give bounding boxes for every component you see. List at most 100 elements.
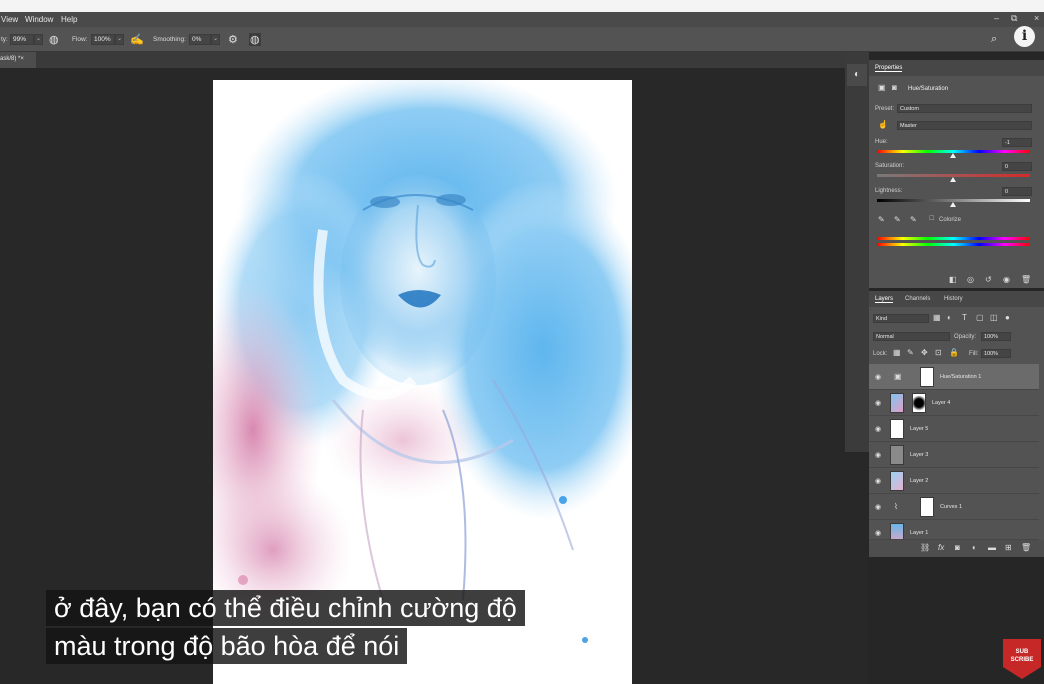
filter-pixel-icon[interactable]: ▦ bbox=[933, 313, 941, 322]
channel-select[interactable]: Master bbox=[897, 121, 1032, 130]
opacity-field[interactable]: 99% bbox=[10, 34, 34, 45]
subscribe-badge[interactable]: SUB SCRIBE bbox=[1003, 639, 1041, 679]
lightness-field[interactable]: 0 bbox=[1002, 187, 1032, 196]
layer-row-layer-3[interactable]: ◉ Layer 3 bbox=[869, 442, 1039, 468]
saturation-field[interactable]: 0 bbox=[1002, 162, 1032, 171]
hue-spectrum-bar-bottom bbox=[877, 243, 1030, 246]
preset-select[interactable]: Custom bbox=[897, 104, 1032, 113]
fill-label: Fill: bbox=[969, 351, 979, 357]
eye-icon[interactable]: ◉ bbox=[875, 399, 881, 407]
link-layers-icon[interactable]: ⛓ bbox=[920, 543, 930, 552]
filter-toggle-icon[interactable]: ● bbox=[1005, 313, 1010, 322]
eye-icon[interactable]: ◉ bbox=[875, 477, 881, 485]
layer-mask-thumbnail bbox=[920, 367, 934, 387]
eye-icon[interactable]: ◉ bbox=[875, 529, 881, 537]
lock-image-icon[interactable]: ✎ bbox=[907, 348, 914, 357]
layer-row-layer-5[interactable]: ◉ Layer 5 bbox=[869, 416, 1039, 442]
layer-row-layer-1[interactable]: ◉ Layer 1 bbox=[869, 520, 1039, 540]
delete-icon[interactable]: 🗑 bbox=[1021, 275, 1031, 284]
fill-field[interactable]: 100% bbox=[981, 349, 1011, 358]
eye-icon[interactable]: ◉ bbox=[875, 503, 881, 511]
lock-transparent-icon[interactable]: ▦ bbox=[893, 348, 901, 357]
menu-help[interactable]: Help bbox=[61, 15, 77, 24]
new-group-icon[interactable]: ▬ bbox=[988, 543, 996, 552]
layer-name: Layer 3 bbox=[910, 452, 929, 458]
eye-icon[interactable]: ◉ bbox=[875, 373, 881, 381]
flow-field[interactable]: 100% bbox=[91, 34, 115, 45]
eyedropper-plus-icon[interactable]: ✎ bbox=[894, 215, 901, 224]
layer-thumbnail bbox=[890, 419, 904, 439]
document-tab[interactable]: ask/8) *× bbox=[0, 52, 36, 68]
lock-artboard-icon[interactable]: ⊡ bbox=[935, 348, 942, 357]
document-tab-bar: ask/8) *× bbox=[0, 52, 850, 68]
pressure-opacity-icon[interactable]: ◍ bbox=[49, 33, 59, 46]
filter-adjustment-icon[interactable]: ◐ bbox=[947, 313, 952, 322]
blend-mode-select[interactable]: Normal bbox=[873, 332, 950, 341]
photoshop-window: View Window Help – ⧉ × ty: 99% ⌄ ◍ Flow:… bbox=[0, 0, 1044, 684]
flow-dropdown[interactable]: ⌄ bbox=[115, 34, 124, 45]
filter-shape-icon[interactable]: ▢ bbox=[976, 313, 984, 322]
new-layer-icon[interactable]: ⊞ bbox=[1005, 543, 1012, 552]
reset-icon[interactable]: ↺ bbox=[985, 275, 992, 284]
lightness-slider-thumb[interactable] bbox=[950, 202, 956, 207]
close-button[interactable]: × bbox=[1034, 13, 1039, 23]
smoothing-dropdown[interactable]: ⌄ bbox=[211, 34, 220, 45]
layer-mask-thumbnail bbox=[912, 393, 926, 413]
tab-channels[interactable]: Channels bbox=[905, 296, 930, 302]
colorize-label: Colorize bbox=[939, 217, 962, 223]
properties-panel: Properties ▣ ◙ Hue/Saturation Preset: Cu… bbox=[869, 60, 1044, 288]
new-adjustment-icon[interactable]: ◐ bbox=[972, 543, 977, 552]
eyedropper-icon[interactable]: ✎ bbox=[878, 215, 885, 224]
layer-thumbnail bbox=[890, 393, 904, 413]
eye-icon[interactable]: ◉ bbox=[875, 451, 881, 459]
gear-icon[interactable]: ⚙ bbox=[228, 33, 238, 46]
menu-window[interactable]: Window bbox=[25, 15, 53, 24]
hand-adjust-icon[interactable]: ☝ bbox=[878, 120, 888, 129]
adjustment-layer-icon[interactable]: ▣ bbox=[878, 83, 886, 92]
filter-smart-object-icon[interactable]: ◫ bbox=[990, 313, 998, 322]
smoothing-field[interactable]: 0% bbox=[189, 34, 211, 45]
info-icon[interactable]: i bbox=[1014, 26, 1035, 47]
fx-icon[interactable]: fx bbox=[938, 543, 944, 552]
mask-icon[interactable]: ◙ bbox=[892, 83, 897, 92]
tab-history[interactable]: History bbox=[944, 296, 963, 302]
pressure-size-icon[interactable]: ◍ bbox=[249, 33, 261, 46]
tab-properties[interactable]: Properties bbox=[875, 65, 903, 72]
hue-spectrum-bar-top bbox=[877, 237, 1030, 240]
layer-mask-thumbnail bbox=[920, 497, 934, 517]
lock-position-icon[interactable]: ✥ bbox=[921, 348, 928, 357]
add-mask-icon[interactable]: ◙ bbox=[955, 543, 960, 552]
adjustment-layer-icon: ▣ bbox=[894, 372, 902, 381]
delete-layer-icon[interactable]: 🗑 bbox=[1021, 543, 1031, 552]
opacity-label: ty: bbox=[1, 36, 8, 43]
clip-to-layer-icon[interactable]: ◧ bbox=[949, 275, 957, 284]
filter-type-icon[interactable]: T bbox=[962, 313, 967, 322]
layer-row-curves-1[interactable]: ◉ ⌇ Curves 1 bbox=[869, 494, 1039, 520]
adjustments-icon[interactable]: ◐ bbox=[847, 64, 867, 86]
tab-layers[interactable]: Layers bbox=[875, 296, 894, 303]
layer-filter-kind[interactable]: Kind bbox=[873, 314, 929, 323]
airbrush-icon[interactable]: ✍ bbox=[130, 33, 144, 46]
eyedropper-minus-icon[interactable]: ✎ bbox=[910, 215, 917, 224]
colorize-checkbox[interactable]: ☐ bbox=[929, 215, 934, 222]
search-icon[interactable]: ⌕ bbox=[991, 33, 997, 46]
layer-row-layer-2[interactable]: ◉ Layer 2 bbox=[869, 468, 1039, 494]
eye-icon[interactable]: ◉ bbox=[875, 425, 881, 433]
view-previous-icon[interactable]: ◎ bbox=[967, 275, 974, 284]
menu-view[interactable]: View bbox=[1, 15, 18, 24]
minimize-button[interactable]: – bbox=[994, 13, 999, 23]
layer-thumbnail bbox=[890, 523, 904, 539]
smoothing-label: Smoothing: bbox=[153, 36, 186, 43]
saturation-slider-thumb[interactable] bbox=[950, 177, 956, 182]
restore-button[interactable]: ⧉ bbox=[1011, 13, 1017, 24]
close-tab-icon[interactable]: × bbox=[20, 56, 24, 62]
opacity-dropdown[interactable]: ⌄ bbox=[34, 34, 43, 45]
layer-opacity-field[interactable]: 100% bbox=[981, 332, 1011, 341]
visibility-icon[interactable]: ◉ bbox=[1003, 275, 1010, 284]
layer-row-layer-4[interactable]: ◉ Layer 4 bbox=[869, 390, 1039, 416]
lock-all-icon[interactable]: 🔒 bbox=[949, 348, 959, 357]
layer-row-hue-saturation-1[interactable]: ◉ ▣ Hue/Saturation 1 bbox=[869, 364, 1039, 390]
opacity-label-layers: Opacity: bbox=[954, 334, 977, 340]
hue-slider-thumb[interactable] bbox=[950, 153, 956, 158]
hue-field[interactable]: -1 bbox=[1002, 138, 1032, 147]
